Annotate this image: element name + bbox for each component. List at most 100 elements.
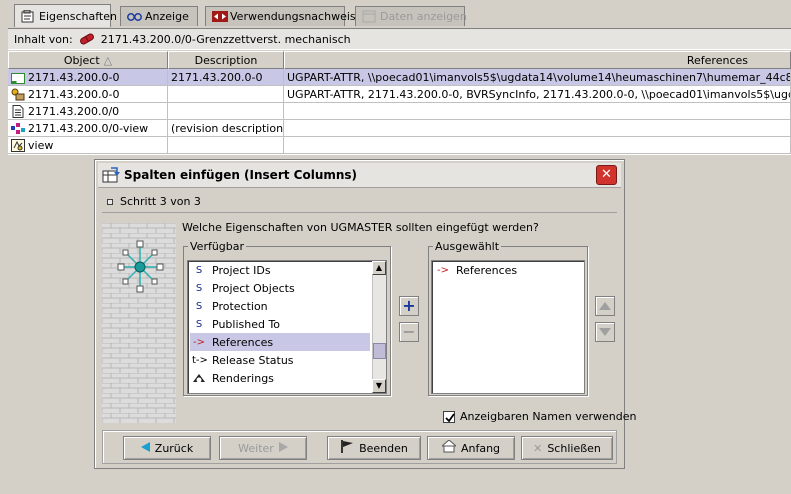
- string-property-icon: S: [195, 300, 203, 312]
- list-item-label: Project IDs: [212, 263, 271, 277]
- string-property-icon: S: [195, 264, 203, 276]
- cell-text: UGPART-ATTR, 2171.43.200.0-0, BVRSyncInf…: [287, 87, 790, 101]
- button-label: Schließen: [547, 441, 601, 455]
- view-icon: [11, 138, 25, 152]
- finish-flag-icon: [340, 440, 354, 456]
- renderings-icon: [192, 372, 206, 385]
- content-of-bar: Inhalt von: 2171.43.200.0/0-Grenzzettver…: [8, 28, 791, 50]
- minus-icon: −: [402, 322, 416, 341]
- tab-verwendungsnachweis[interactable]: Verwendungsnachweis: [205, 6, 356, 26]
- tab-label: Verwendungsnachweis: [230, 10, 356, 23]
- object-cell: 2171.43.200.0-0: [8, 69, 168, 86]
- step-label: Schritt 3 von 3: [120, 195, 201, 208]
- list-item-selected[interactable]: -> References: [190, 333, 370, 351]
- document-icon: [11, 104, 25, 118]
- list-item-label: Protection: [212, 299, 268, 313]
- description-cell: [168, 137, 284, 154]
- typed-reference-icon: t->: [192, 354, 208, 366]
- table-row[interactable]: view: [8, 137, 791, 154]
- list-item-label: Release Status: [212, 353, 294, 367]
- list-item[interactable]: Renderings: [192, 369, 274, 387]
- finish-button[interactable]: Beenden: [327, 436, 421, 460]
- content-of-value: 2171.43.200.0/0-Grenzzettverst. mechanis…: [100, 32, 351, 46]
- object-cell: 2171.43.200.0/0: [8, 103, 168, 120]
- step-bullet-icon: [107, 198, 113, 205]
- ugmaster-icon: [11, 71, 25, 84]
- column-header-object[interactable]: Object △: [8, 51, 168, 69]
- list-item[interactable]: S Protection: [192, 297, 268, 315]
- list-item[interactable]: S Project Objects: [192, 279, 295, 297]
- close-icon[interactable]: ✕: [596, 165, 617, 185]
- available-list[interactable]: S Project IDs S Project Objects S Protec…: [187, 260, 387, 394]
- question-text: Welche Eigenschaften von UGMASTER sollte…: [182, 221, 539, 234]
- list-item-label: Project Objects: [212, 281, 295, 295]
- where-used-icon: [212, 10, 228, 23]
- insert-columns-icon: [102, 167, 120, 183]
- next-button[interactable]: Weiter: [219, 436, 307, 460]
- column-header-description[interactable]: Description: [168, 51, 284, 69]
- objects-table: Object △ Description References 2171.43.…: [8, 51, 791, 155]
- move-down-button[interactable]: [595, 322, 615, 342]
- list-item[interactable]: S Published To: [192, 315, 280, 333]
- dialog-title-bar[interactable]: Spalten einfügen (Insert Columns) ✕: [98, 163, 621, 188]
- move-up-button[interactable]: [595, 296, 615, 316]
- wizard-graphic: [102, 223, 176, 423]
- insert-columns-dialog: Spalten einfügen (Insert Columns) ✕ Schr…: [94, 159, 637, 469]
- display-names-option[interactable]: Anzeigbaren Namen verwenden: [443, 410, 637, 423]
- display-names-checkbox[interactable]: [443, 410, 455, 423]
- arrow-right-icon: [278, 441, 288, 455]
- scroll-up-icon[interactable]: ▲: [372, 261, 386, 275]
- description-cell: 2171.43.200.0-0: [168, 69, 284, 86]
- bom-view-icon: [11, 122, 25, 135]
- scroll-down-icon[interactable]: ▼: [372, 379, 386, 393]
- button-label: Beenden: [359, 441, 408, 455]
- column-header-label: Description: [194, 53, 258, 67]
- selected-label: Ausgewählt: [433, 240, 502, 253]
- back-button[interactable]: Zurück: [123, 436, 211, 460]
- add-column-button[interactable]: +: [399, 296, 419, 316]
- cell-text: view: [28, 138, 54, 152]
- references-cell: [284, 103, 791, 120]
- table-row[interactable]: 2171.43.200.0-0 2171.43.200.0-0 UGPART-A…: [8, 69, 791, 86]
- list-item[interactable]: -> References: [436, 261, 517, 279]
- cell-text: 2171.43.200.0-0: [28, 70, 120, 84]
- object-cell: 2171.43.200.0/0-view: [8, 120, 168, 137]
- references-cell: [284, 120, 791, 137]
- tab-daten-anzeigen[interactable]: Daten anzeigen: [355, 6, 467, 26]
- description-cell: [168, 86, 284, 103]
- home-icon: [440, 439, 458, 456]
- tab-label: Daten anzeigen: [380, 10, 467, 23]
- cell-text: (revision description): [171, 121, 284, 135]
- step-header: Schritt 3 von 3: [102, 191, 617, 213]
- cell-text: 2171.43.200.0-0: [171, 70, 263, 84]
- scroll-thumb[interactable]: [373, 343, 386, 359]
- column-header-references[interactable]: References: [284, 51, 791, 69]
- tab-eigenschaften[interactable]: Eigenschaften: [14, 4, 117, 27]
- cell-text: 2171.43.200.0-0: [28, 87, 120, 101]
- cell-text: 2171.43.200.0/0-view: [28, 121, 149, 135]
- wizard-network-icon: [102, 223, 176, 423]
- table-row[interactable]: 2171.43.200.0-0 UGPART-ATTR, 2171.43.200…: [8, 86, 791, 103]
- remove-column-button[interactable]: −: [399, 322, 419, 342]
- references-cell: UGPART-ATTR, \\poecad01\imanvols5$\ugdat…: [284, 69, 791, 86]
- available-scrollbar[interactable]: ▲ ▼: [372, 261, 386, 393]
- list-item-label: References: [456, 263, 518, 277]
- table-row[interactable]: 2171.43.200.0/0-view (revision descripti…: [8, 120, 791, 137]
- button-label: Zurück: [154, 441, 194, 455]
- list-item[interactable]: S Project IDs: [192, 261, 271, 279]
- list-item[interactable]: t-> Release Status: [192, 351, 294, 369]
- table-header: Object △ Description References: [8, 51, 791, 69]
- start-button[interactable]: Anfang: [427, 436, 515, 460]
- selected-list[interactable]: -> References: [431, 260, 585, 394]
- sort-ascending-icon: △: [103, 53, 113, 67]
- table-row[interactable]: 2171.43.200.0/0: [8, 103, 791, 120]
- close-button[interactable]: ✕ Schließen: [521, 436, 613, 460]
- properties-icon: [21, 9, 35, 23]
- reference-property-icon: ->: [193, 336, 205, 348]
- tab-anzeige[interactable]: Anzeige: [120, 6, 198, 26]
- pill-icon: [79, 33, 95, 45]
- cell-text: UGPART-ATTR, \\poecad01\imanvols5$\ugdat…: [287, 70, 790, 84]
- data-view-icon: [362, 10, 376, 23]
- button-label: Anfang: [460, 441, 501, 455]
- list-item-label: Renderings: [212, 371, 274, 385]
